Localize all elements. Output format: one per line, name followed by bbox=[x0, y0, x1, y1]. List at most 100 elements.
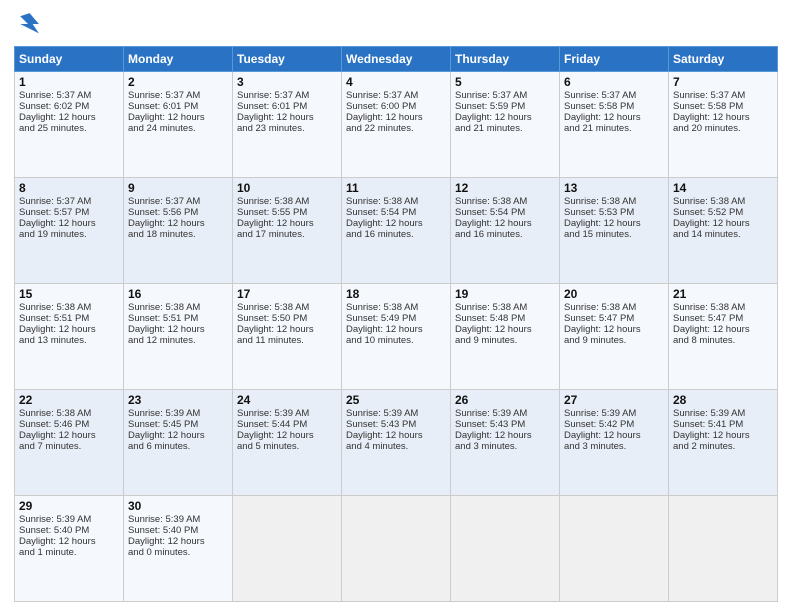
day-info-line: Sunrise: 5:37 AM bbox=[564, 90, 664, 101]
day-info-line: and 13 minutes. bbox=[19, 335, 119, 346]
day-info-line: Sunrise: 5:37 AM bbox=[237, 90, 337, 101]
calendar-day-cell: 4Sunrise: 5:37 AMSunset: 6:00 PMDaylight… bbox=[342, 72, 451, 178]
day-info-line: and 5 minutes. bbox=[237, 441, 337, 452]
day-number: 7 bbox=[673, 75, 773, 89]
day-info-line: Sunrise: 5:37 AM bbox=[128, 196, 228, 207]
day-info-line: Sunset: 5:51 PM bbox=[19, 313, 119, 324]
day-number: 22 bbox=[19, 393, 119, 407]
day-info-line: Daylight: 12 hours bbox=[346, 430, 446, 441]
day-info-line: Sunrise: 5:38 AM bbox=[455, 302, 555, 313]
day-number: 17 bbox=[237, 287, 337, 301]
calendar-day-cell: 1Sunrise: 5:37 AMSunset: 6:02 PMDaylight… bbox=[15, 72, 124, 178]
day-info-line: Sunset: 6:02 PM bbox=[19, 101, 119, 112]
day-info-line: Daylight: 12 hours bbox=[128, 112, 228, 123]
day-info-line: Sunrise: 5:37 AM bbox=[19, 196, 119, 207]
day-info-line: Daylight: 12 hours bbox=[673, 218, 773, 229]
day-info-line: Daylight: 12 hours bbox=[455, 218, 555, 229]
day-info-line: Sunset: 5:58 PM bbox=[564, 101, 664, 112]
calendar-day-cell: 8Sunrise: 5:37 AMSunset: 5:57 PMDaylight… bbox=[15, 178, 124, 284]
day-info-line: Daylight: 12 hours bbox=[346, 112, 446, 123]
day-info-line: Sunrise: 5:37 AM bbox=[346, 90, 446, 101]
day-info-line: Daylight: 12 hours bbox=[455, 430, 555, 441]
day-info-line: Daylight: 12 hours bbox=[237, 324, 337, 335]
day-number: 9 bbox=[128, 181, 228, 195]
day-info-line: Sunrise: 5:37 AM bbox=[19, 90, 119, 101]
day-info-line: Sunset: 5:40 PM bbox=[128, 525, 228, 536]
calendar-day-cell: 11Sunrise: 5:38 AMSunset: 5:54 PMDayligh… bbox=[342, 178, 451, 284]
calendar-day-cell: 28Sunrise: 5:39 AMSunset: 5:41 PMDayligh… bbox=[669, 390, 778, 496]
day-info-line: Sunset: 5:43 PM bbox=[346, 419, 446, 430]
day-info-line: Sunset: 5:42 PM bbox=[564, 419, 664, 430]
calendar-day-cell: 3Sunrise: 5:37 AMSunset: 6:01 PMDaylight… bbox=[233, 72, 342, 178]
day-info-line: Daylight: 12 hours bbox=[19, 112, 119, 123]
calendar-day-cell: 15Sunrise: 5:38 AMSunset: 5:51 PMDayligh… bbox=[15, 284, 124, 390]
day-info-line: Sunset: 5:59 PM bbox=[455, 101, 555, 112]
day-number: 26 bbox=[455, 393, 555, 407]
day-info-line: Daylight: 12 hours bbox=[564, 324, 664, 335]
calendar-day-cell: 21Sunrise: 5:38 AMSunset: 5:47 PMDayligh… bbox=[669, 284, 778, 390]
day-info-line: Sunset: 6:01 PM bbox=[128, 101, 228, 112]
calendar-day-cell: 29Sunrise: 5:39 AMSunset: 5:40 PMDayligh… bbox=[15, 496, 124, 602]
day-info-line: Daylight: 12 hours bbox=[237, 430, 337, 441]
day-info-line: and 9 minutes. bbox=[455, 335, 555, 346]
day-number: 14 bbox=[673, 181, 773, 195]
logo bbox=[14, 10, 46, 38]
day-number: 28 bbox=[673, 393, 773, 407]
day-info-line: Sunrise: 5:38 AM bbox=[346, 196, 446, 207]
day-info-line: Daylight: 12 hours bbox=[564, 430, 664, 441]
day-info-line: Daylight: 12 hours bbox=[673, 112, 773, 123]
day-info-line: Sunrise: 5:38 AM bbox=[237, 196, 337, 207]
day-info-line: Sunset: 5:49 PM bbox=[346, 313, 446, 324]
calendar-empty-cell bbox=[451, 496, 560, 602]
calendar-day-cell: 16Sunrise: 5:38 AMSunset: 5:51 PMDayligh… bbox=[124, 284, 233, 390]
day-info-line: and 11 minutes. bbox=[237, 335, 337, 346]
day-info-line: Sunset: 5:52 PM bbox=[673, 207, 773, 218]
calendar-day-cell: 12Sunrise: 5:38 AMSunset: 5:54 PMDayligh… bbox=[451, 178, 560, 284]
calendar-empty-cell bbox=[342, 496, 451, 602]
day-number: 1 bbox=[19, 75, 119, 89]
day-info-line: Sunset: 5:58 PM bbox=[673, 101, 773, 112]
day-info-line: Sunset: 6:01 PM bbox=[237, 101, 337, 112]
calendar-day-cell: 5Sunrise: 5:37 AMSunset: 5:59 PMDaylight… bbox=[451, 72, 560, 178]
calendar-empty-cell bbox=[669, 496, 778, 602]
day-info-line: and 14 minutes. bbox=[673, 229, 773, 240]
day-number: 21 bbox=[673, 287, 773, 301]
day-info-line: Sunrise: 5:39 AM bbox=[455, 408, 555, 419]
day-info-line: Sunrise: 5:37 AM bbox=[128, 90, 228, 101]
day-number: 3 bbox=[237, 75, 337, 89]
day-info-line: and 3 minutes. bbox=[564, 441, 664, 452]
day-info-line: Sunrise: 5:38 AM bbox=[19, 302, 119, 313]
col-header-wednesday: Wednesday bbox=[342, 47, 451, 72]
day-info-line: Daylight: 12 hours bbox=[19, 324, 119, 335]
day-info-line: Sunrise: 5:38 AM bbox=[455, 196, 555, 207]
day-info-line: and 12 minutes. bbox=[128, 335, 228, 346]
day-info-line: Sunrise: 5:38 AM bbox=[237, 302, 337, 313]
day-info-line: and 20 minutes. bbox=[673, 123, 773, 134]
calendar-week-row: 1Sunrise: 5:37 AMSunset: 6:02 PMDaylight… bbox=[15, 72, 778, 178]
day-info-line: Sunrise: 5:38 AM bbox=[564, 196, 664, 207]
day-number: 23 bbox=[128, 393, 228, 407]
day-info-line: Sunset: 5:46 PM bbox=[19, 419, 119, 430]
calendar-day-cell: 23Sunrise: 5:39 AMSunset: 5:45 PMDayligh… bbox=[124, 390, 233, 496]
logo-icon bbox=[14, 10, 42, 38]
day-info-line: Sunset: 5:50 PM bbox=[237, 313, 337, 324]
calendar-day-cell: 9Sunrise: 5:37 AMSunset: 5:56 PMDaylight… bbox=[124, 178, 233, 284]
day-number: 6 bbox=[564, 75, 664, 89]
day-info-line: and 24 minutes. bbox=[128, 123, 228, 134]
day-info-line: Daylight: 12 hours bbox=[346, 218, 446, 229]
day-info-line: and 1 minute. bbox=[19, 547, 119, 558]
calendar-day-cell: 24Sunrise: 5:39 AMSunset: 5:44 PMDayligh… bbox=[233, 390, 342, 496]
day-info-line: Sunset: 5:48 PM bbox=[455, 313, 555, 324]
day-info-line: Sunrise: 5:38 AM bbox=[673, 302, 773, 313]
day-info-line: and 9 minutes. bbox=[564, 335, 664, 346]
day-number: 15 bbox=[19, 287, 119, 301]
col-header-sunday: Sunday bbox=[15, 47, 124, 72]
calendar-day-cell: 18Sunrise: 5:38 AMSunset: 5:49 PMDayligh… bbox=[342, 284, 451, 390]
day-info-line: Sunset: 5:57 PM bbox=[19, 207, 119, 218]
day-info-line: and 19 minutes. bbox=[19, 229, 119, 240]
day-info-line: and 16 minutes. bbox=[455, 229, 555, 240]
day-info-line: and 17 minutes. bbox=[237, 229, 337, 240]
day-info-line: Sunset: 5:47 PM bbox=[673, 313, 773, 324]
day-info-line: Daylight: 12 hours bbox=[128, 324, 228, 335]
page: SundayMondayTuesdayWednesdayThursdayFrid… bbox=[0, 0, 792, 612]
